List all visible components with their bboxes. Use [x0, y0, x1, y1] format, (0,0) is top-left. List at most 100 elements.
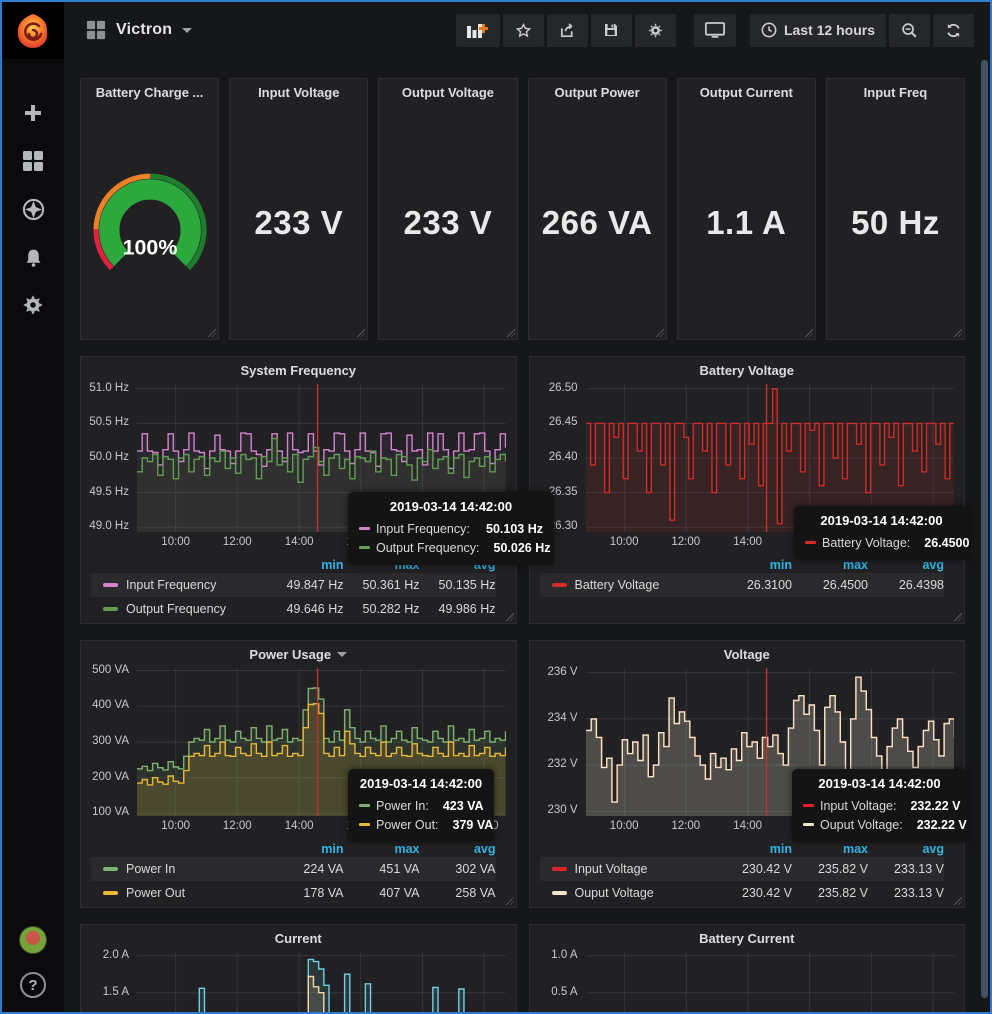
time-range-picker[interactable]: Last 12 hours [750, 14, 886, 47]
legend-series-name[interactable]: Power In [126, 862, 175, 876]
stat-value: 233 V [379, 106, 516, 339]
panel-title[interactable]: Input Voltage [230, 79, 367, 106]
legend-header-max[interactable]: max [792, 842, 868, 856]
legend-series-name[interactable]: Input Voltage [575, 862, 648, 876]
x-axis-label: 10:00 [161, 820, 190, 832]
dashboard-grid-icon [86, 20, 106, 40]
legend-header-max[interactable]: max [344, 558, 420, 572]
dashboard-picker[interactable]: Victron [86, 20, 192, 40]
grafana-logo[interactable] [2, 2, 64, 59]
panel-title[interactable]: Battery Voltage [530, 357, 965, 384]
y-axis-label: 300 VA [92, 735, 129, 747]
legend-header-avg[interactable]: avg [420, 558, 496, 572]
panel-title[interactable]: Battery Current [530, 925, 965, 952]
legend-min-value: 49.646 Hz [268, 602, 344, 616]
panel-title[interactable]: Voltage [530, 641, 965, 668]
panel-settings-button[interactable] [635, 14, 676, 47]
sidebar-item-explore[interactable] [21, 197, 45, 221]
legend-header-min[interactable]: min [716, 842, 792, 856]
gear-icon [22, 294, 44, 316]
chart-power-usage: 500 VA400 VA300 VA200 VA100 VA [81, 668, 516, 816]
panel-title[interactable]: System Frequency [81, 357, 516, 384]
legend-header: minmaxavg [91, 556, 496, 573]
panel-resize-handle[interactable] [954, 613, 962, 621]
sidebar-item-configuration[interactable] [21, 293, 45, 317]
y-axis-label: 236 V [547, 666, 577, 678]
panel-title-text: Battery Voltage [700, 363, 794, 378]
legend-header-min[interactable]: min [268, 842, 344, 856]
panel-title[interactable]: Current [81, 925, 516, 952]
legend-series-name[interactable]: Ouput Voltage [575, 886, 654, 900]
star-dashboard-button[interactable] [503, 14, 544, 47]
sidebar-item-dashboards[interactable] [21, 149, 45, 173]
series-fill [586, 389, 955, 532]
legend-series-name[interactable]: Input Frequency [126, 578, 216, 592]
panel-title[interactable]: Output Power [529, 79, 666, 106]
y-axis-label: 2.0 A [103, 949, 129, 961]
y-axis-label: 26.45 [549, 416, 578, 428]
sidebar-item-create[interactable] [21, 101, 45, 125]
panel-title[interactable]: Output Voltage [379, 79, 516, 106]
panel-title[interactable]: Power Usage [81, 641, 516, 668]
legend-header-max[interactable]: max [792, 558, 868, 572]
panel-title-text: Battery Charge ... [96, 85, 204, 100]
legend-avg-value: 26.4398 [868, 578, 944, 592]
legend: minmaxavgBattery Voltage26.310026.450026… [540, 556, 945, 597]
sidebar-item-alerting[interactable] [21, 245, 45, 269]
y-axis: 500 VA400 VA300 VA200 VA100 VA [81, 668, 137, 816]
legend-header-avg[interactable]: avg [420, 842, 496, 856]
panel-title[interactable]: Output Current [678, 79, 815, 106]
y-axis-label: 50.5 Hz [89, 416, 129, 428]
panel-resize-handle[interactable] [656, 329, 664, 337]
legend-min-value: 49.847 Hz [268, 578, 344, 592]
legend-series-name[interactable]: Battery Voltage [575, 578, 660, 592]
panel-resize-handle[interactable] [507, 329, 515, 337]
x-axis-label: 20:00 [918, 536, 947, 548]
panel-resize-handle[interactable] [805, 329, 813, 337]
graph-row-3: Current2.0 A1.5 A1.0 A0.5 A10:0012:0014:… [80, 924, 965, 1012]
zoom-out-button[interactable] [889, 14, 930, 47]
x-axis: 10:0012:0014:0016:0018:0020:00 [137, 818, 506, 838]
user-avatar[interactable] [19, 926, 47, 954]
panel-resize-handle[interactable] [954, 329, 962, 337]
save-dashboard-button[interactable] [591, 14, 632, 47]
refresh-button[interactable] [933, 14, 974, 47]
legend-series-name[interactable]: Output Frequency [126, 602, 226, 616]
share-icon [559, 22, 576, 39]
refresh-icon [945, 22, 962, 39]
panel-output-voltage: Output Voltage233 V [378, 78, 517, 340]
panel-resize-handle[interactable] [208, 329, 216, 337]
legend: minmaxavgPower In224 VA451 VA302 VAPower… [91, 840, 496, 905]
stat-value: 1.1 A [678, 106, 815, 339]
chart-current: 2.0 A1.5 A1.0 A0.5 A [81, 952, 516, 1012]
stat-row: Battery Charge ...100% Input Voltage 233 V… [80, 78, 965, 340]
legend-header-min[interactable]: min [268, 558, 344, 572]
panel-resize-handle[interactable] [954, 897, 962, 905]
legend-series-name[interactable]: Power Out [126, 886, 185, 900]
add-panel-icon [467, 22, 489, 38]
add-panel-button[interactable] [456, 14, 500, 47]
legend-header-avg[interactable]: avg [868, 842, 944, 856]
share-dashboard-button[interactable] [547, 14, 588, 47]
legend-header: minmaxavg [91, 840, 496, 857]
graph-row-1: System Frequency51.0 Hz50.5 Hz50.0 Hz49.… [80, 356, 965, 624]
legend-header-max[interactable]: max [344, 842, 420, 856]
legend-row: Battery Voltage26.310026.450026.4398 [540, 573, 945, 597]
panel-battery-charge: Battery Charge ...100% [80, 78, 219, 340]
panel-resize-handle[interactable] [506, 897, 514, 905]
help-button[interactable]: ? [20, 972, 46, 998]
plot-area [137, 952, 506, 1012]
series-swatch [552, 867, 567, 871]
panel-resize-handle[interactable] [506, 613, 514, 621]
legend-max-value: 26.4500 [792, 578, 868, 592]
panel-title[interactable]: Battery Charge ... [81, 79, 218, 106]
scrollbar-thumb[interactable] [981, 60, 988, 998]
tv-mode-button[interactable] [694, 14, 736, 47]
series-swatch [103, 867, 118, 871]
legend-header-avg[interactable]: avg [868, 558, 944, 572]
panel-title[interactable]: Input Freq [827, 79, 964, 106]
panel-resize-handle[interactable] [357, 329, 365, 337]
legend-header-min[interactable]: min [716, 558, 792, 572]
legend: minmaxavgInput Voltage230.42 V235.82 V23… [540, 840, 945, 905]
legend: minmaxavgInput Frequency49.847 Hz50.361 … [91, 556, 496, 621]
